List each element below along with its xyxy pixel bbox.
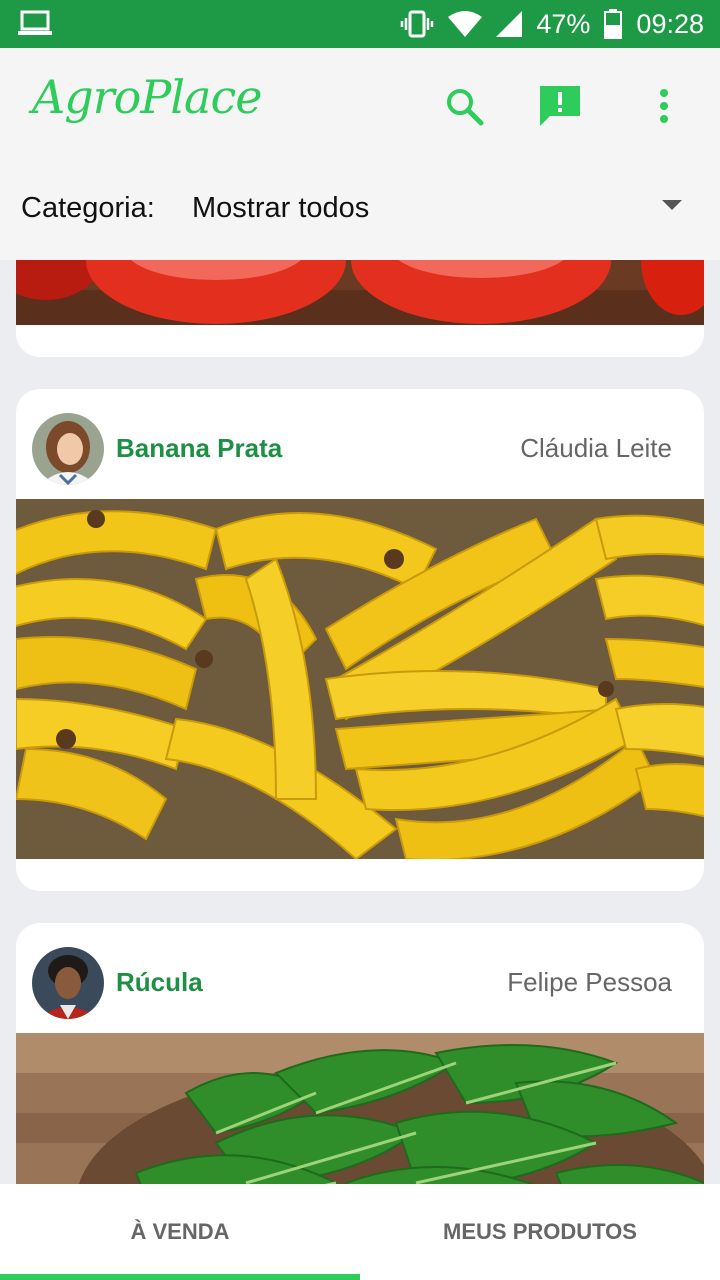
feedback-button[interactable] [536,82,584,130]
product-image-banana[interactable] [16,499,704,859]
wifi-icon [448,11,483,37]
seller-avatar[interactable] [32,947,104,1019]
app-logo: AgroPlace [32,70,262,124]
category-selector[interactable]: Categoria: Mostrar todos [0,192,720,236]
product-feed[interactable]: Banana Prata Cláudia Leite Rúcula Felipe… [0,260,720,1184]
active-tab-indicator [0,1274,360,1280]
signal-icon [496,11,523,37]
tab-meus-produtos[interactable]: MEUS PRODUTOS [360,1184,720,1280]
clock: 09:28 [636,8,704,39]
dropdown-arrow-icon[interactable] [662,200,682,210]
battery-percent: 47% [536,8,591,39]
alert-chat-icon [540,86,580,126]
status-bar: 47% 09:28 [0,0,720,48]
category-value[interactable]: Mostrar todos [192,192,369,225]
more-options-button[interactable] [644,82,684,130]
seller-avatar[interactable] [32,413,104,485]
product-image-rucula[interactable] [16,1033,704,1184]
card-header: Banana Prata Cláudia Leite [16,389,704,499]
seller-name[interactable]: Cláudia Leite [520,433,672,464]
product-card[interactable]: Banana Prata Cláudia Leite [16,389,704,891]
category-label: Categoria: [21,192,155,224]
bottom-navigation: À VENDA MEUS PRODUTOS [0,1184,720,1280]
vibrate-icon [400,10,434,38]
battery-icon [604,9,623,39]
product-name[interactable]: Rúcula [116,967,203,998]
search-icon [447,89,484,126]
product-card[interactable]: Rúcula Felipe Pessoa [16,923,704,1184]
seller-name[interactable]: Felipe Pessoa [507,967,672,998]
product-name[interactable]: Banana Prata [116,433,282,464]
product-image-tomato [16,260,704,325]
more-vert-icon [660,89,668,123]
product-card[interactable] [16,260,704,357]
tab-a-venda[interactable]: À VENDA [0,1184,360,1280]
laptop-icon [18,10,52,41]
app-bar: AgroPlace Categoria: Mostrar todos [0,48,720,260]
card-header: Rúcula Felipe Pessoa [16,923,704,1033]
search-button[interactable] [440,82,488,130]
